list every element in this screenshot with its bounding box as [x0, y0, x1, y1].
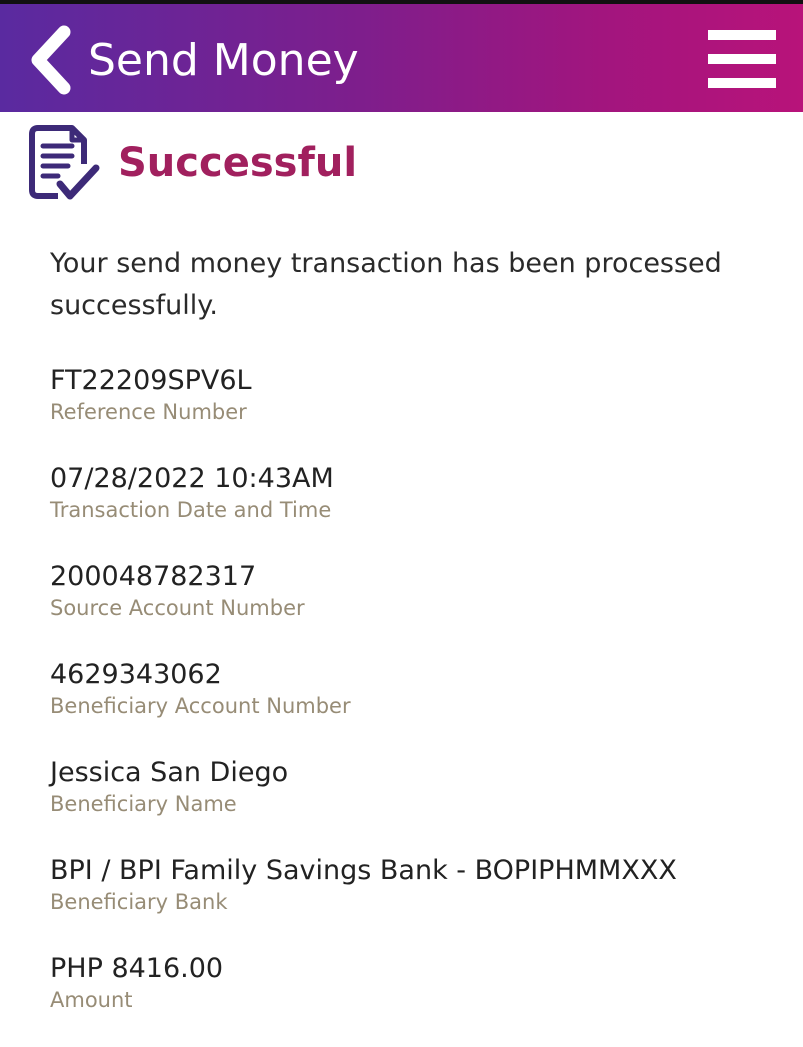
detail-reference-number: FT22209SPV6L Reference Number: [50, 364, 252, 426]
status-title: Successful: [118, 140, 358, 186]
detail-value: BPI / BPI Family Savings Bank - BOPIPHMM…: [50, 855, 677, 886]
page-title: Send Money: [88, 35, 359, 86]
confirmation-message: Your send money transaction has been pro…: [50, 248, 722, 321]
detail-label: Beneficiary Name: [50, 792, 237, 816]
detail-value: 07/28/2022 10:43AM: [50, 463, 334, 494]
detail-label: Reference Number: [50, 400, 247, 424]
detail-transaction-date: 07/28/2022 10:43AM Transaction Date and …: [50, 462, 334, 524]
detail-value: PHP 8416.00: [50, 953, 224, 984]
detail-value: 200048782317: [50, 561, 257, 592]
detail-source-account: 200048782317 Source Account Number: [50, 560, 305, 622]
detail-beneficiary-name: Jessica San Diego Beneficiary Name: [50, 756, 288, 818]
chevron-left-icon: [31, 25, 71, 95]
detail-value: FT22209SPV6L: [50, 365, 252, 396]
back-button[interactable]: [24, 22, 80, 98]
detail-value: Jessica San Diego: [50, 757, 289, 788]
detail-label: Transaction Date and Time: [50, 498, 332, 522]
detail-label: Source Account Number: [50, 596, 305, 620]
menu-button[interactable]: [708, 30, 778, 90]
detail-amount: PHP 8416.00 Amount: [50, 952, 223, 1014]
detail-label: Beneficiary Account Number: [50, 694, 351, 718]
detail-beneficiary-bank: BPI / BPI Family Savings Bank - BOPIPHMM…: [50, 854, 677, 916]
app-header: Send Money: [0, 4, 803, 112]
detail-label: Beneficiary Bank: [50, 890, 228, 914]
detail-label: Amount: [50, 988, 133, 1012]
detail-beneficiary-account: 4629343062 Beneficiary Account Number: [50, 658, 351, 720]
receipt-check-icon: [29, 125, 100, 200]
detail-value: 4629343062: [50, 659, 222, 690]
